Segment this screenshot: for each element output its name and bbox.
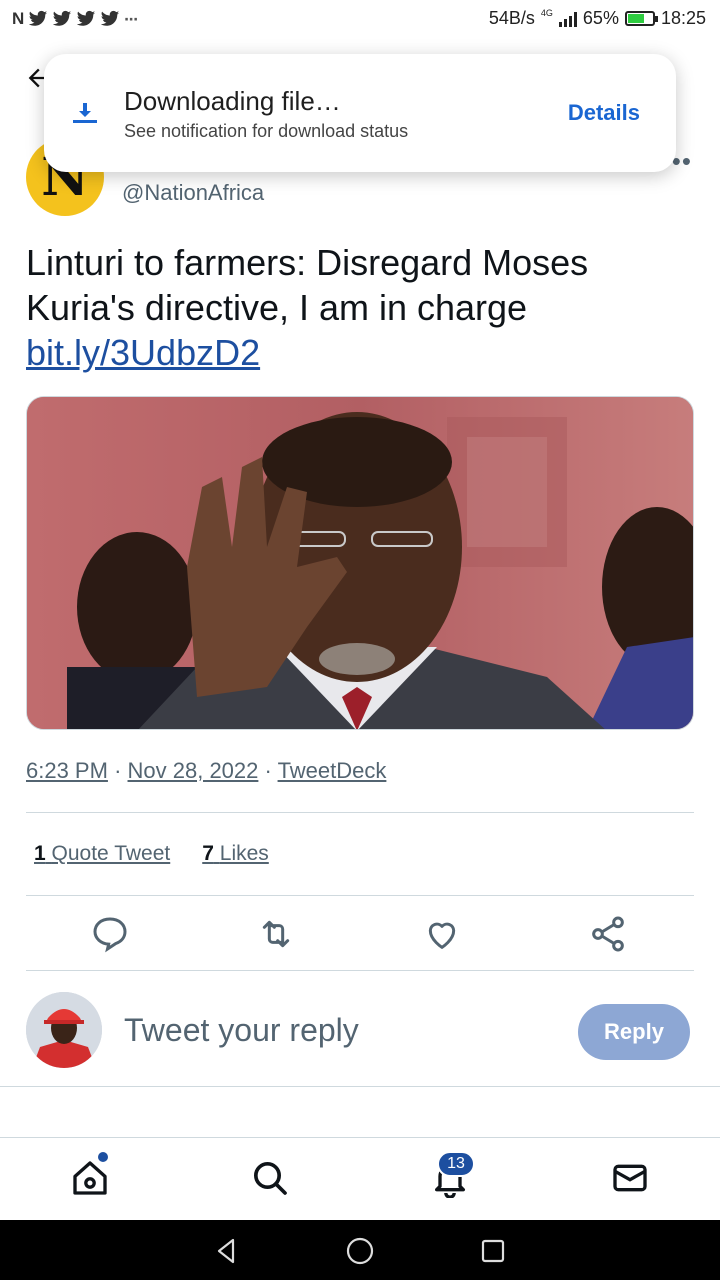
twitter-bird-icon: [29, 10, 48, 26]
user-photo: [26, 992, 102, 1068]
tweet-time[interactable]: 6:23 PM: [26, 758, 108, 783]
system-back-icon[interactable]: [212, 1236, 242, 1266]
system-nav-bar: [0, 1220, 720, 1280]
status-bar: N ⋯ 54B/s 4G 65% 18:25: [0, 0, 720, 40]
photo-illustration: [27, 397, 693, 729]
bottom-nav: 13: [0, 1137, 720, 1220]
tweet-link[interactable]: bit.ly/3UdbzD2: [26, 330, 260, 375]
tweet-date[interactable]: Nov 28, 2022: [128, 758, 259, 783]
quote-label: Quote Tweet: [51, 842, 171, 865]
net-speed: 54B/s: [488, 8, 535, 28]
reply-button[interactable]: Reply: [578, 1004, 690, 1060]
divider: [26, 970, 694, 971]
toast-title: Downloading file…: [124, 86, 341, 116]
reply-input[interactable]: Tweet your reply: [124, 1012, 359, 1049]
author-handle[interactable]: @NationAfrica: [122, 180, 264, 206]
tweet-actions: [26, 910, 694, 956]
retweet-icon[interactable]: [256, 914, 296, 954]
my-avatar[interactable]: [26, 992, 102, 1068]
network-type: 4G: [540, 8, 553, 18]
likes-label: Likes: [219, 842, 269, 865]
tweet-meta: 6:23 PM · Nov 28, 2022 · TweetDeck: [26, 758, 386, 784]
tweet-text: Linturi to farmers: Disregard Moses Kuri…: [26, 242, 589, 328]
twitter-bird-icon: [53, 10, 72, 26]
tweet-stats: 1 Quote Tweet 7 Likes: [34, 842, 269, 866]
meta-separator: ·: [114, 758, 128, 783]
signal-icon: [558, 11, 577, 27]
messages-icon[interactable]: [610, 1158, 650, 1198]
home-unread-dot: [98, 1152, 108, 1162]
divider: [26, 812, 694, 813]
notification-icons: N ⋯: [12, 9, 138, 29]
likes-link[interactable]: 7 Likes: [202, 842, 269, 866]
divider: [26, 895, 694, 896]
system-home-icon[interactable]: [345, 1236, 375, 1266]
search-icon[interactable]: [250, 1158, 290, 1198]
notifications-badge: 13: [437, 1151, 475, 1177]
twitter-bird-icon: [77, 10, 96, 26]
download-icon: [73, 103, 97, 123]
share-icon[interactable]: [588, 914, 628, 954]
home-icon[interactable]: [70, 1158, 110, 1198]
clock: 18:25: [660, 8, 706, 28]
tweet-source[interactable]: TweetDeck: [278, 758, 387, 783]
twitter-bird-icon: [101, 10, 120, 26]
battery-icon: [624, 11, 658, 26]
reply-icon[interactable]: [90, 914, 130, 954]
system-recents-icon[interactable]: [478, 1236, 508, 1266]
toast-subtitle: See notification for download status: [124, 121, 409, 141]
quote-tweets-link[interactable]: 1 Quote Tweet: [34, 842, 170, 866]
quote-count: 1: [34, 842, 46, 865]
divider: [0, 1086, 720, 1087]
battery-percent: 65%: [582, 8, 619, 28]
tweet-photo[interactable]: [26, 396, 694, 730]
likes-count: 7: [202, 842, 214, 865]
details-button[interactable]: Details: [568, 100, 640, 126]
meta-separator: ·: [264, 758, 278, 783]
download-toast: Downloading file… See notification for d…: [44, 54, 676, 172]
nation-app-icon: N: [12, 9, 25, 28]
more-notifications-icon: ⋯: [124, 11, 139, 27]
like-icon[interactable]: [422, 914, 462, 954]
status-right: 54B/s 4G 65% 18:25: [489, 8, 706, 29]
